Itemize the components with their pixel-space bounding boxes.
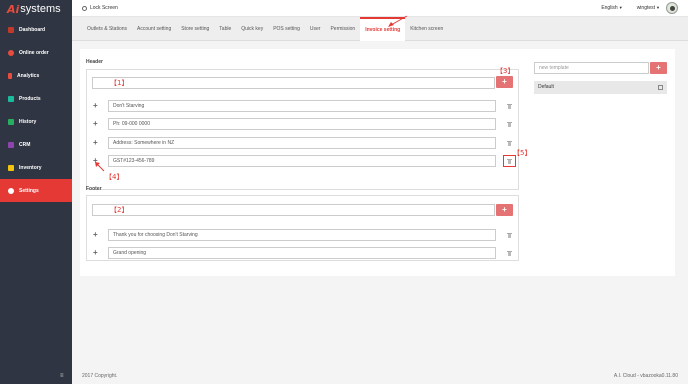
inventory-icon <box>8 164 14 171</box>
header-line-input[interactable]: GST#123-456-789 <box>108 155 496 167</box>
sidebar-item-history[interactable]: History <box>0 110 72 133</box>
sidebar-item-label: Online order <box>19 49 49 56</box>
sidebar-item-label: Settings <box>19 187 39 194</box>
crm-icon <box>8 141 14 148</box>
sidebar-item-label: CRM <box>19 141 31 148</box>
tab-table[interactable]: Table <box>214 17 236 41</box>
sidebar-item-settings[interactable]: Settings <box>0 179 72 202</box>
tab-quick-key[interactable]: Quick key <box>236 17 268 41</box>
annotation-1: 【1】 <box>110 79 129 87</box>
annotation-3: 【3】 <box>496 67 515 75</box>
drag-handle-icon[interactable]: + <box>93 120 99 128</box>
tab-account-setting[interactable]: Account setting <box>132 17 176 41</box>
page-footer: 2017 Copyright. A.I. Cloud - vbazooka0.1… <box>72 367 688 384</box>
sidebar-item-label: Analytics <box>17 72 40 79</box>
edit-icon[interactable] <box>658 85 663 90</box>
footer-section-title: Footer <box>86 186 102 192</box>
lock-icon <box>82 5 87 11</box>
trash-icon[interactable] <box>507 159 512 164</box>
copyright-text: 2017 Copyright. <box>82 372 118 379</box>
logo-text: systems <box>20 3 61 15</box>
drag-handle-icon[interactable]: + <box>93 139 99 147</box>
settings-tabs: Outlets & Stations Account setting Store… <box>72 16 688 41</box>
annotation-arrow-tab <box>388 15 408 27</box>
logo: Ai systems <box>0 0 72 18</box>
dashboard-icon <box>8 26 14 33</box>
user-dropdown[interactable]: wingtest▼ <box>637 5 660 11</box>
trash-icon[interactable] <box>507 141 512 146</box>
sidebar-item-label: Dashboard <box>19 26 46 33</box>
tab-pos-setting[interactable]: POS setting <box>268 17 305 41</box>
add-template-button[interactable]: + <box>650 62 667 74</box>
trash-icon[interactable] <box>507 122 512 127</box>
drag-handle-icon[interactable]: + <box>93 249 99 257</box>
sidebar-item-products[interactable]: Products <box>0 87 72 110</box>
trash-icon[interactable] <box>507 233 512 238</box>
tab-outlets-stations[interactable]: Outlets & Stations <box>82 17 132 41</box>
language-dropdown[interactable]: English▼ <box>601 5 622 11</box>
annotation-4: 【4】 <box>105 173 124 181</box>
sidebar-item-crm[interactable]: CRM <box>0 133 72 156</box>
sidebar-item-online-order[interactable]: Online order <box>0 41 72 64</box>
analytics-icon <box>8 72 12 79</box>
topbar: Lock Screen English▼ wingtest▼ <box>72 0 688 17</box>
new-template-input[interactable]: new template <box>534 62 649 74</box>
products-icon <box>8 95 14 102</box>
online-order-icon <box>8 49 14 56</box>
version-text: A.I. Cloud - vbazooka0.11.80 <box>613 372 678 379</box>
footer-add-button[interactable]: + <box>496 204 513 216</box>
header-add-button[interactable]: + <box>496 76 513 88</box>
chevron-down-icon: ▼ <box>618 5 623 10</box>
header-line-input[interactable]: Don't Starving <box>108 100 496 112</box>
language-label: English <box>601 5 618 11</box>
tab-user[interactable]: User <box>305 17 326 41</box>
avatar[interactable] <box>666 2 678 14</box>
drag-handle-icon[interactable]: + <box>93 102 99 110</box>
template-label: Default <box>538 84 554 90</box>
sidebar-item-label: Products <box>19 95 41 102</box>
template-item-default[interactable]: Default <box>534 81 667 94</box>
footer-line-input[interactable]: Grand opening <box>108 247 496 259</box>
trash-icon[interactable] <box>507 104 512 109</box>
header-line-input[interactable]: Address: Somewhere in NZ <box>108 137 496 149</box>
footer-new-line-input[interactable] <box>92 204 495 216</box>
lock-screen-label: Lock Screen <box>90 5 118 11</box>
footer-line-input[interactable]: Thank you for choosing Don't Starving <box>108 229 496 241</box>
header-line-input[interactable]: Ph: 09-000 0000 <box>108 118 496 130</box>
lock-screen-button[interactable]: Lock Screen <box>82 5 118 11</box>
drag-handle-icon[interactable]: + <box>93 231 99 239</box>
tab-kitchen-screen[interactable]: Kitchen screen <box>405 17 448 41</box>
tab-permission[interactable]: Permission <box>325 17 360 41</box>
header-new-line-input[interactable] <box>92 77 495 89</box>
sidebar-item-dashboard[interactable]: Dashboard <box>0 18 72 41</box>
header-section-title: Header <box>86 59 103 65</box>
user-label: wingtest <box>636 5 656 11</box>
sidebar: Ai systems Dashboard Online order Analyt… <box>0 0 72 384</box>
chevron-down-icon: ▼ <box>656 5 660 10</box>
history-icon <box>8 118 14 125</box>
annotation-5: 【5】 <box>513 149 532 157</box>
sidebar-item-label: History <box>19 118 37 125</box>
tab-store-setting[interactable]: Store setting <box>176 17 214 41</box>
menu-toggle-icon[interactable]: ≡ <box>60 373 66 379</box>
annotation-2: 【2】 <box>110 206 129 214</box>
settings-icon <box>8 187 14 194</box>
logo-mark: Ai <box>7 2 20 16</box>
invoice-setting-panel: Header 【1】 【3】 + + Don't Starving + Ph: … <box>80 49 675 276</box>
trash-icon[interactable] <box>507 251 512 256</box>
sidebar-item-inventory[interactable]: Inventory <box>0 156 72 179</box>
sidebar-item-label: Inventory <box>19 164 42 171</box>
sidebar-item-analytics[interactable]: Analytics <box>0 64 72 87</box>
